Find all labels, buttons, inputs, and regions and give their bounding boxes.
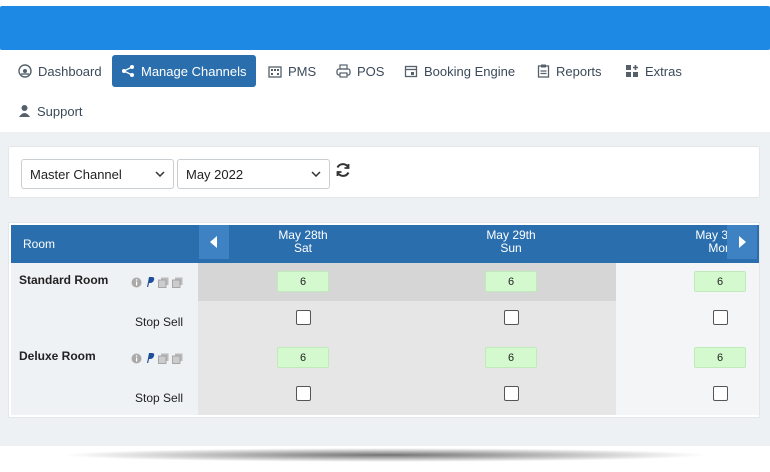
nav-item-pos[interactable]: POS xyxy=(330,55,390,87)
paypal-icon[interactable] xyxy=(145,276,155,288)
filter-bar: Master Channel May 2022 xyxy=(8,146,760,198)
stop-sell-checkbox[interactable] xyxy=(296,310,311,325)
date-header: May 28th Sat xyxy=(248,229,358,255)
day-label: Sun xyxy=(500,241,522,255)
date-header: May 29th Sun xyxy=(456,229,566,255)
room-actions xyxy=(131,276,183,288)
room-cell: Standard Room xyxy=(11,263,198,301)
weekend-cells xyxy=(198,339,616,377)
room-name: Deluxe Room xyxy=(19,349,96,363)
refresh-icon[interactable] xyxy=(334,161,352,179)
room-actions xyxy=(131,352,183,364)
stop-sell-label: Stop Sell xyxy=(135,315,184,329)
room-name: Standard Room xyxy=(19,273,109,287)
nav-label: POS xyxy=(357,63,385,79)
grid-plus-icon xyxy=(626,65,638,77)
grid-header: Room May 28th Sat May 29th Sun May 30th … xyxy=(11,225,759,263)
stop-sell-row: Stop Sell xyxy=(11,377,759,415)
share-icon xyxy=(122,65,134,77)
weekend-cells xyxy=(198,301,616,339)
paste-icon[interactable] xyxy=(172,353,183,364)
stop-sell-cell: Stop Sell xyxy=(11,377,198,415)
weekend-cells xyxy=(198,377,616,415)
stop-sell-checkbox[interactable] xyxy=(504,386,519,401)
weekend-cells xyxy=(198,263,616,301)
stop-sell-checkbox[interactable] xyxy=(296,386,311,401)
nav-item-manage-channels[interactable]: Manage Channels xyxy=(112,55,256,87)
nav-item-reports[interactable]: Reports xyxy=(531,55,608,87)
top-bar xyxy=(0,6,770,50)
stop-sell-checkbox[interactable] xyxy=(504,310,519,325)
paypal-icon[interactable] xyxy=(145,352,155,364)
nav-label: PMS xyxy=(288,63,317,79)
availability-input[interactable]: 6 xyxy=(277,347,329,368)
rate-grid: Room May 28th Sat May 29th Sun May 30th … xyxy=(8,222,760,418)
stop-sell-cell: Stop Sell xyxy=(11,301,198,339)
info-icon[interactable] xyxy=(131,277,142,288)
user-icon xyxy=(19,105,30,117)
room-column-header: Room xyxy=(23,237,56,251)
stop-sell-checkbox[interactable] xyxy=(713,310,728,325)
channel-select-value: Master Channel xyxy=(30,166,122,182)
weekday-cells xyxy=(616,301,759,339)
nav-label: Booking Engine xyxy=(424,63,516,79)
weekday-cells xyxy=(616,377,759,415)
room-row: Standard Room 6 6 6 xyxy=(11,263,759,301)
nav-item-pms[interactable]: PMS xyxy=(262,55,322,87)
availability-input[interactable]: 6 xyxy=(485,271,537,292)
calendar-icon xyxy=(404,65,418,78)
content-area: Master Channel May 2022 Room May 28th Sa… xyxy=(0,132,770,446)
nav-item-support[interactable]: Support xyxy=(12,95,89,127)
stop-sell-checkbox[interactable] xyxy=(713,386,728,401)
main-nav: Dashboard Manage Channels PMS POS Bookin… xyxy=(0,50,770,132)
availability-input[interactable]: 6 xyxy=(485,347,537,368)
channel-select[interactable]: Master Channel xyxy=(21,159,174,189)
copy-icon[interactable] xyxy=(158,277,169,288)
availability-input[interactable]: 6 xyxy=(694,271,746,292)
building-icon xyxy=(268,66,282,78)
month-select[interactable]: May 2022 xyxy=(177,159,330,189)
nav-label: Dashboard xyxy=(38,63,102,79)
room-cell: Deluxe Room xyxy=(11,339,198,377)
paste-icon[interactable] xyxy=(172,277,183,288)
month-select-value: May 2022 xyxy=(186,166,244,182)
stop-sell-row: Stop Sell xyxy=(11,301,759,339)
stop-sell-label: Stop Sell xyxy=(135,391,184,405)
room-row: Deluxe Room 6 6 6 xyxy=(11,339,759,377)
nav-label: Extras xyxy=(645,63,682,79)
next-dates-button[interactable] xyxy=(727,225,757,259)
printer-icon xyxy=(336,64,351,78)
nav-label: Reports xyxy=(556,63,602,79)
clipboard-icon xyxy=(537,64,550,78)
nav-label: Support xyxy=(37,103,83,119)
chevron-down-icon xyxy=(155,171,165,177)
caret-left-icon xyxy=(210,236,217,248)
day-label: Sat xyxy=(293,241,312,255)
copy-icon[interactable] xyxy=(158,353,169,364)
nav-label: Manage Channels xyxy=(141,63,247,79)
chevron-down-icon xyxy=(311,171,321,177)
drop-shadow xyxy=(60,448,710,462)
availability-input[interactable]: 6 xyxy=(694,347,746,368)
nav-item-extras[interactable]: Extras xyxy=(619,55,688,87)
nav-item-booking-engine[interactable]: Booking Engine xyxy=(398,55,521,87)
dashboard-icon xyxy=(18,64,32,78)
prev-dates-button[interactable] xyxy=(199,225,229,259)
info-icon[interactable] xyxy=(131,353,142,364)
caret-right-icon xyxy=(739,236,746,248)
availability-input[interactable]: 6 xyxy=(277,271,329,292)
nav-item-dashboard[interactable]: Dashboard xyxy=(12,55,108,87)
